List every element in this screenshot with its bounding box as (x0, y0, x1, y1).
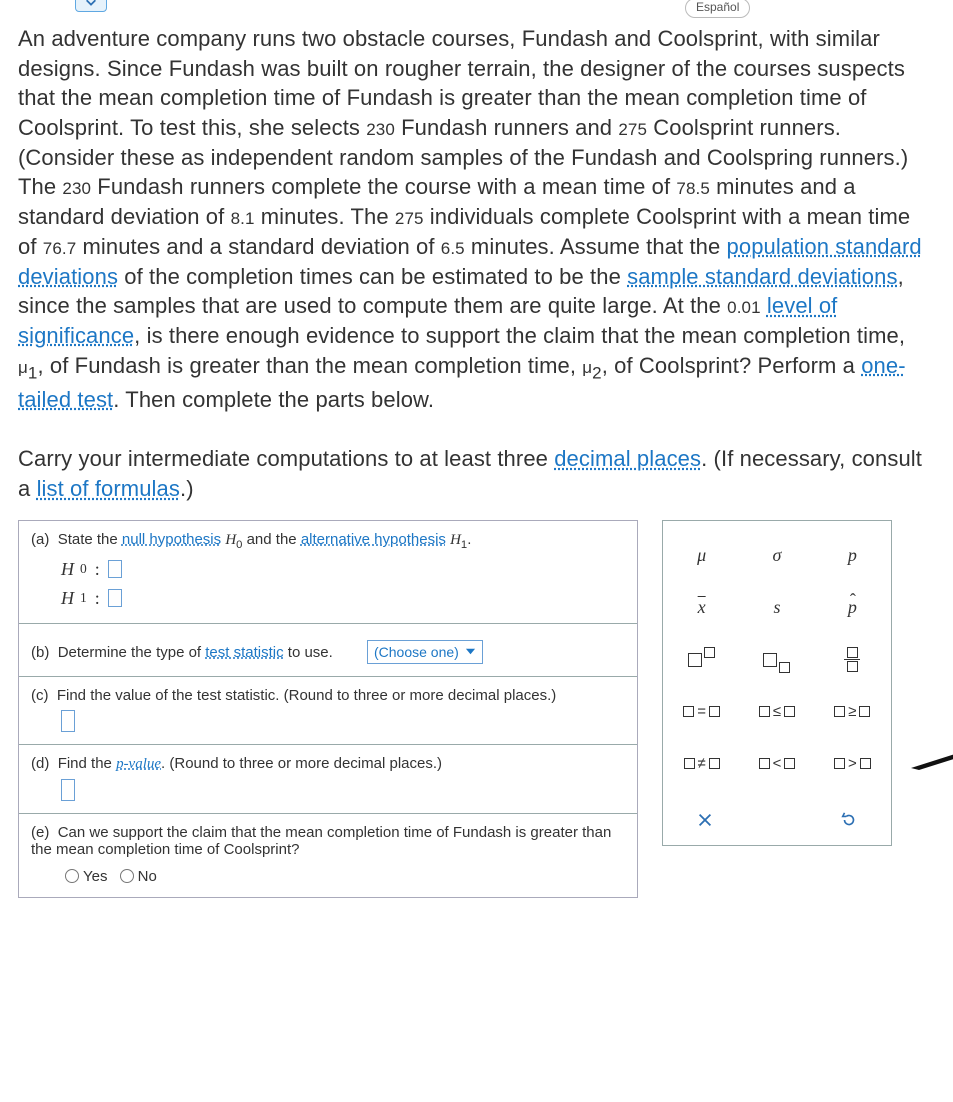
link-null-hyp[interactable]: null hypothesis (122, 531, 221, 548)
part-c: (c) Find the value of the test statistic… (19, 676, 637, 744)
part-b: (b) Determine the type of test statistic… (19, 623, 637, 676)
label-yes: Yes (83, 868, 107, 885)
p-value-input[interactable] (61, 779, 75, 801)
language-button[interactable]: Español (685, 0, 750, 18)
problem-statement: An adventure company runs two obstacle c… (18, 24, 935, 504)
symbol-palette: μ σ p x s ˆp = ≤ (662, 520, 892, 846)
sym-le[interactable]: ≤ (748, 695, 806, 729)
reset-button[interactable] (827, 805, 871, 835)
sym-sup[interactable] (673, 643, 731, 677)
expand-chevron[interactable] (75, 0, 107, 12)
test-stat-value-input[interactable] (61, 710, 75, 732)
sym-eq[interactable]: = (673, 695, 731, 729)
radio-no[interactable] (120, 869, 134, 883)
link-alt-hyp[interactable]: alternative hypothesis (301, 531, 446, 548)
sym-phat[interactable]: ˆp (823, 591, 881, 625)
sym-ne[interactable]: ≠ (673, 747, 731, 781)
part-e: (e) Can we support the claim that the me… (19, 813, 637, 897)
questions-panel: (a) State the null hypothesis H0 and the… (18, 520, 638, 898)
sym-p[interactable]: p (823, 539, 881, 573)
link-decimals[interactable]: decimal places (554, 446, 701, 471)
link-pvalue[interactable]: p-value (116, 756, 161, 772)
part-d: (d) Find the p-value. (Round to three or… (19, 744, 637, 813)
sym-s[interactable]: s (748, 591, 806, 625)
sym-sub[interactable] (748, 643, 806, 677)
h1-input[interactable] (108, 589, 122, 607)
h0-input[interactable] (108, 560, 122, 578)
link-test-stat[interactable]: test statistic (205, 644, 283, 661)
radio-yes[interactable] (65, 869, 79, 883)
sym-gt[interactable]: > (823, 747, 881, 781)
sym-frac[interactable] (823, 643, 881, 677)
sym-xbar[interactable]: x (673, 591, 731, 625)
sym-mu[interactable]: μ (673, 539, 731, 573)
sym-ge[interactable]: ≥ (823, 695, 881, 729)
chevron-down-icon (465, 646, 476, 657)
pen-icon (909, 750, 953, 770)
close-icon (696, 811, 714, 829)
link-samp-std[interactable]: sample standard deviations (627, 264, 897, 289)
label-no: No (138, 868, 157, 885)
link-formulas[interactable]: list of formulas (37, 476, 180, 501)
undo-icon (840, 811, 858, 829)
part-a: (a) State the null hypothesis H0 and the… (19, 521, 637, 623)
clear-button[interactable] (683, 805, 727, 835)
sym-sigma[interactable]: σ (748, 539, 806, 573)
sym-lt[interactable]: < (748, 747, 806, 781)
test-stat-select[interactable]: (Choose one) (367, 640, 483, 664)
